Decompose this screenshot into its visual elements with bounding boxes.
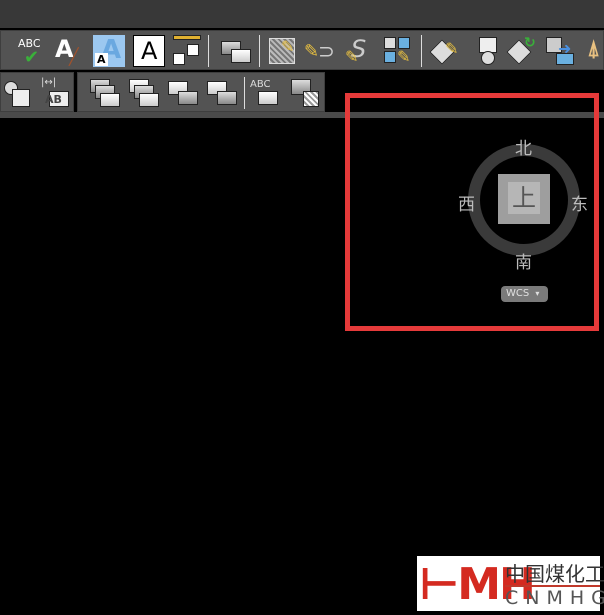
block-icon — [173, 53, 185, 65]
checkmark-icon: ✔ — [24, 47, 40, 68]
pencil-icon: ✎ — [304, 41, 320, 62]
toolbar-row-2-draworder: ABC — [77, 72, 325, 112]
toolbar-row-2-left: |↔| AB — [0, 72, 74, 112]
circle-icon — [481, 51, 495, 65]
text-to-front-button[interactable]: ABC — [250, 77, 282, 109]
grid-cell-icon — [384, 51, 396, 63]
toolbar-separator — [244, 77, 245, 109]
brush-icon: ╱ — [69, 47, 79, 66]
compass-west[interactable]: 西 — [458, 190, 475, 215]
arrow-right-icon: ➜ — [558, 39, 572, 58]
compass-south[interactable]: 南 — [515, 248, 532, 273]
grid-cell-icon — [384, 37, 396, 49]
send-under-button[interactable] — [205, 77, 237, 109]
rect-icon — [258, 91, 278, 105]
small-a-label: A — [95, 53, 108, 66]
toolbar-separator — [208, 35, 209, 67]
bring-above-button[interactable] — [166, 77, 198, 109]
abc-label: ABC — [250, 79, 271, 90]
pencil-icon: ✎ — [397, 47, 411, 66]
purge-button[interactable]: ⍋ — [587, 35, 604, 67]
edit-arc-button[interactable]: ✎ ⊃ — [304, 35, 336, 67]
hatch-to-back-button[interactable] — [289, 77, 321, 109]
block-attributes-button[interactable] — [467, 35, 499, 67]
text-height-button[interactable]: A A — [93, 35, 125, 67]
compass-east[interactable]: 东 — [571, 190, 588, 215]
sync-attributes-button[interactable]: ↻ — [506, 35, 538, 67]
dimension-text-button[interactable]: |↔| AB — [39, 77, 71, 109]
send-to-back-button[interactable] — [127, 77, 159, 109]
viewcube-top-face[interactable]: 上 — [498, 174, 550, 224]
hatch-edit-button[interactable]: ✎ — [266, 35, 298, 67]
letter-a-label: A — [141, 37, 158, 65]
text-style-button[interactable]: A ╱ — [53, 35, 85, 67]
spell-check-button[interactable]: ABC ✔ — [15, 35, 47, 68]
watermark-logo: ⊢MH 中国煤化工 CNMHG — [417, 556, 604, 611]
text-box-button[interactable]: A — [133, 35, 165, 67]
ruler-icon — [173, 35, 201, 40]
rect-icon — [139, 93, 159, 107]
ab-label: AB — [45, 93, 62, 106]
edit-spline-button[interactable]: S ✎ — [343, 35, 375, 67]
dimension-icon: |↔| — [41, 77, 57, 88]
pencil-icon: ✎ — [281, 37, 295, 56]
ucs-dropdown[interactable]: WCS ▾ — [501, 286, 548, 302]
pencil-icon: ✎ — [345, 47, 359, 66]
viewcube-face-label: 上 — [508, 182, 540, 214]
rect-icon — [178, 91, 198, 105]
rect-icon — [12, 89, 30, 107]
pencil-icon: ✎ — [445, 39, 459, 58]
rect-icon — [217, 91, 237, 105]
draw-order-button[interactable] — [219, 35, 251, 67]
logo-english-text: CNMHG — [505, 587, 604, 609]
arc-icon: ⊃ — [318, 39, 335, 63]
attribute-edit-button[interactable]: ✎ — [429, 35, 461, 67]
title-bar — [0, 0, 604, 28]
logo-mark: ⊢MH — [419, 559, 536, 610]
table-button[interactable] — [171, 35, 203, 67]
find-object-button[interactable] — [2, 77, 34, 109]
compass-north[interactable]: 北 — [515, 134, 532, 159]
ucs-label: WCS — [506, 288, 530, 299]
toolbar-separator — [259, 35, 260, 67]
broom-icon: ⍋ — [587, 37, 601, 62]
hatch-icon — [303, 91, 319, 107]
toolbar-separator — [421, 35, 422, 67]
attribute-extract-button[interactable]: ➜ — [544, 35, 576, 67]
rect-front-icon — [231, 49, 251, 63]
table-icon — [187, 44, 199, 56]
logo-chinese-text: 中国煤化工 — [505, 562, 604, 586]
rect-icon — [100, 93, 120, 107]
sync-icon: ↻ — [524, 35, 536, 51]
toolbar-row-1: ABC ✔ A ╱ A A A ✎ ✎ ⊃ S ✎ ✎ ✎ ↻ ➜ ⍋ — [0, 30, 604, 70]
chevron-down-icon: ▾ — [535, 289, 540, 298]
edit-array-button[interactable]: ✎ — [382, 35, 414, 67]
bring-to-front-button[interactable] — [88, 77, 120, 109]
